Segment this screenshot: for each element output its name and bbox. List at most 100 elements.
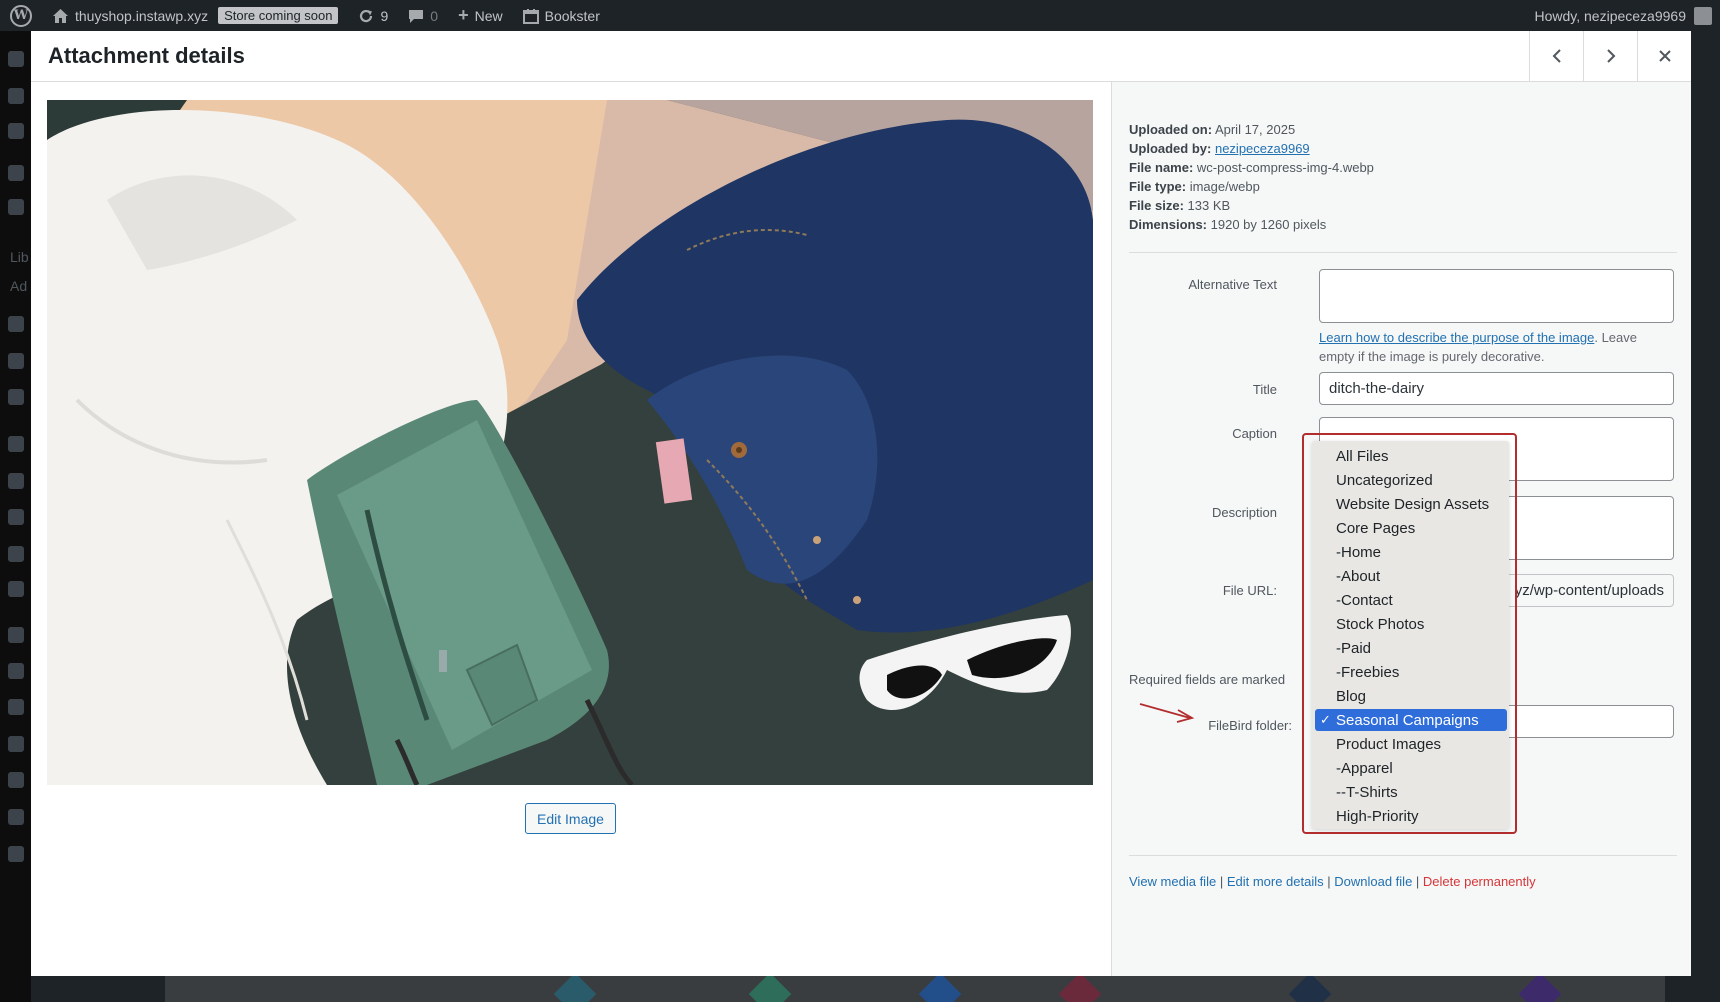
file-name-row: File name: wc-post-compress-img-4.webp [1129, 160, 1374, 175]
updates-icon [360, 9, 373, 22]
uploaded-on-row: Uploaded on: April 17, 2025 [1129, 122, 1296, 137]
folder-option-label: Seasonal Campaigns [1336, 711, 1479, 729]
avatar [1694, 6, 1712, 25]
new-content-link[interactable]: + New [448, 0, 513, 31]
alt-text-help-link[interactable]: Learn how to describe the purpose of the… [1319, 330, 1594, 345]
tools-icon [8, 736, 24, 752]
folder-option[interactable]: Website Design Assets [1315, 493, 1507, 515]
plugins-icon [8, 663, 24, 679]
comment-icon [409, 9, 424, 23]
close-button[interactable] [1637, 31, 1691, 81]
edit-image-button[interactable]: Edit Image [525, 803, 616, 834]
comments-link[interactable]: 0 [398, 0, 448, 31]
folder-options-list: All Files Uncategorized Website Design Ass… [1312, 441, 1509, 829]
folder-option[interactable]: -Apparel [1315, 757, 1507, 779]
file-type-row: File type: image/webp [1129, 179, 1260, 194]
folder-option-label: -Paid [1336, 639, 1372, 657]
updates-link[interactable]: 9 [348, 0, 398, 31]
my-account-menu[interactable]: Howdy, nezipeceza9969 [1534, 0, 1712, 31]
chevron-right-icon [1606, 49, 1615, 63]
view-icon [8, 88, 24, 104]
media-icon [8, 199, 24, 215]
uploaded-by-row: Uploaded by: nezipeceza9969 [1129, 141, 1310, 156]
folder-option[interactable]: --T-Shirts [1315, 781, 1507, 803]
divider [1129, 252, 1677, 253]
analytics-icon [8, 546, 24, 562]
edit-more-details-link[interactable]: Edit more details [1227, 874, 1324, 889]
users-icon [8, 699, 24, 715]
uploaded-by-link[interactable]: nezipeceza9969 [1215, 141, 1310, 156]
view-media-file-link[interactable]: View media file [1129, 874, 1216, 889]
alt-text-textarea[interactable] [1319, 269, 1674, 323]
folder-option[interactable]: Product Images [1315, 733, 1507, 755]
folder-option[interactable]: Uncategorized [1315, 469, 1507, 491]
filebird-icon [8, 809, 24, 825]
download-file-link[interactable]: Download file [1334, 874, 1412, 889]
folder-option[interactable]: -Freebies [1315, 661, 1507, 683]
collapse-menu-icon [8, 846, 24, 862]
pin-icon [8, 165, 24, 181]
description-label: Description [1211, 505, 1277, 520]
delete-permanently-link[interactable]: Delete permanently [1423, 874, 1536, 889]
comments-icon [8, 353, 24, 369]
folder-option-label: All Files [1336, 447, 1389, 465]
attachment-actions: View media file | Edit more details | Do… [1129, 874, 1536, 889]
folder-option[interactable]: Blog [1315, 685, 1507, 707]
posts-icon [8, 123, 24, 139]
bookster-link[interactable]: Bookster [513, 0, 610, 31]
products-icon [8, 473, 24, 489]
folder-option-label: -Apparel [1336, 759, 1393, 777]
folder-option-label: Website Design Assets [1336, 495, 1490, 513]
wordpress-logo-menu[interactable]: W [0, 0, 42, 31]
modal-title: Attachment details [48, 43, 245, 68]
dimensions-row: Dimensions: 1920 by 1260 pixels [1129, 217, 1327, 232]
pages-icon [8, 316, 24, 332]
required-fields-note: Required fields are marked [1129, 672, 1286, 687]
title-label: Title [1252, 382, 1277, 397]
folder-option-label: Core Pages [1336, 519, 1416, 537]
folder-option[interactable]: ✓ Seasonal Campaigns [1315, 709, 1507, 731]
folder-option[interactable]: Stock Photos [1315, 613, 1507, 635]
folder-option-label: -Contact [1336, 591, 1393, 609]
annotation-arrow-icon [1139, 703, 1195, 723]
media-add-menu-label: Ad [10, 278, 28, 294]
title-input[interactable]: ditch-the-dairy [1319, 372, 1674, 405]
alt-text-help: Learn how to describe the purpose of the… [1319, 330, 1637, 364]
site-name-link[interactable]: thuyshop.instawp.xyz [42, 0, 218, 31]
divider [1129, 855, 1677, 856]
folder-option[interactable]: -Contact [1315, 589, 1507, 611]
folder-option[interactable]: -Paid [1315, 637, 1507, 659]
folder-option-label: -About [1336, 567, 1381, 585]
next-button[interactable] [1583, 31, 1637, 81]
store-status-badge[interactable]: Store coming soon [218, 0, 348, 31]
marketing-icon [8, 581, 24, 597]
dashboard-icon [8, 51, 24, 67]
filebird-folder-dropdown: All Files Uncategorized Website Design Ass… [1302, 433, 1517, 834]
caption-label: Caption [1232, 426, 1277, 441]
file-url-label: File URL: [1222, 583, 1277, 598]
folder-option-label: --T-Shirts [1336, 783, 1398, 801]
background-media-grid [165, 975, 1665, 1002]
close-icon [1658, 50, 1671, 62]
admin-side-menu: Lib Ad [0, 31, 31, 1002]
file-size-row: File size: 133 KB [1129, 198, 1231, 213]
media-library-menu-label: Lib [10, 249, 29, 265]
alt-text-label: Alternative Text [1188, 277, 1277, 292]
plus-icon: + [458, 5, 469, 25]
folder-option-label: High-Priority [1336, 807, 1419, 825]
modal-header: Attachment details [31, 31, 1691, 82]
settings-icon [8, 772, 24, 788]
folder-option[interactable]: -Home [1315, 541, 1507, 563]
folder-option-label: Product Images [1336, 735, 1442, 753]
flat-lay-photo [47, 100, 1093, 785]
folder-option[interactable]: All Files [1315, 445, 1507, 467]
calendar-icon [522, 8, 539, 24]
folder-option-label: Stock Photos [1336, 615, 1425, 633]
folder-option[interactable]: Core Pages [1315, 517, 1507, 539]
checkmark-icon: ✓ [1320, 712, 1331, 727]
folder-option[interactable]: High-Priority [1315, 805, 1507, 827]
payments-icon [8, 509, 24, 525]
chevron-left-icon [1552, 49, 1561, 63]
previous-button[interactable] [1529, 31, 1583, 81]
folder-option[interactable]: -About [1315, 565, 1507, 587]
